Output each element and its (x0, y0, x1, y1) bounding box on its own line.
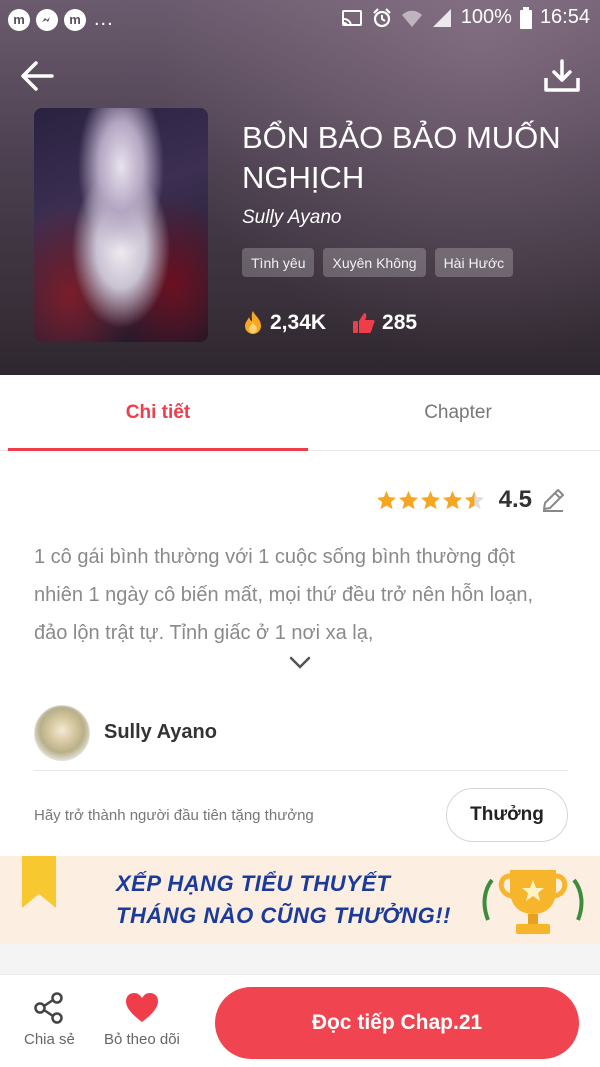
ranking-banner[interactable]: XẾP HẠNG TIỂU THUYẾT THÁNG NÀO CŨNG THƯỞ… (0, 856, 600, 944)
banner-line-2: THÁNG NÀO CŨNG THƯỞNG!! (116, 903, 451, 928)
wifi-icon (401, 10, 422, 27)
views-stat: 2,34K (242, 310, 326, 336)
app-notification-icon: m (8, 8, 30, 31)
continue-reading-button[interactable]: Đọc tiếp Chap.21 (215, 987, 579, 1059)
tab-bar: Chi tiết Chapter (0, 375, 600, 451)
author-avatar[interactable] (34, 704, 90, 761)
book-title: BỔN BẢO BẢO MUỐN NGHỊCH (242, 120, 561, 195)
messenger-icon (36, 8, 58, 31)
unfollow-button[interactable]: Bỏ theo dõi (104, 991, 180, 1048)
more-notifications: ... (94, 8, 114, 30)
battery-icon (519, 6, 532, 29)
reward-button[interactable]: Thưởng (446, 788, 568, 842)
status-bar: m m ... 100% 16:54 (0, 0, 600, 40)
reward-row: Hãy trở thành người đầu tiên tặng thưởng… (34, 788, 568, 842)
tab-details[interactable]: Chi tiết (8, 375, 308, 451)
app-notification-icon: m (64, 8, 86, 31)
rating-value: 4.5 (498, 486, 532, 513)
book-stats: 2,34K 285 (242, 310, 417, 336)
rating-stars (376, 490, 485, 510)
banner-line-1: XẾP HẠNG TIỂU THUYẾT (116, 871, 391, 896)
chevron-down-icon[interactable] (288, 655, 312, 671)
back-arrow-icon[interactable] (18, 56, 58, 96)
share-label: Chia sẻ (24, 1031, 75, 1048)
author-row[interactable]: Sully Ayano (34, 695, 568, 771)
bookmark-ribbon-icon (22, 856, 56, 908)
cast-icon (341, 9, 362, 26)
book-cover[interactable] (34, 108, 208, 342)
bottom-action-bar: Chia sẻ Bỏ theo dõi Đọc tiếp Chap.21 (0, 974, 600, 1067)
genre-tag[interactable]: Xuyên Không (323, 248, 426, 277)
book-description: 1 cô gái bình thường với 1 cuộc sống bìn… (34, 546, 534, 644)
share-button[interactable]: Chia sẻ (24, 991, 75, 1048)
genre-tags: Tình yêu Xuyên Không Hài Hước (242, 248, 514, 277)
download-icon[interactable] (542, 56, 582, 96)
star-full-icon (376, 490, 396, 510)
author-name[interactable]: Sully Ayano (104, 721, 217, 744)
heart-icon (125, 993, 158, 1022)
section-divider (0, 944, 600, 974)
rating: 4.5 (376, 486, 566, 514)
alarm-icon (373, 7, 391, 27)
star-full-icon (398, 490, 418, 510)
edit-pencil-icon[interactable] (540, 487, 566, 513)
likes-stat: 285 (352, 311, 417, 335)
star-half-icon (464, 490, 484, 510)
genre-tag[interactable]: Tình yêu (242, 248, 315, 277)
star-full-icon (442, 490, 462, 510)
battery-percent: 100% (460, 6, 512, 28)
fire-icon (245, 311, 261, 334)
signal-icon (432, 8, 451, 27)
tab-chapter[interactable]: Chapter (308, 375, 600, 451)
likes-count: 285 (382, 311, 418, 334)
views-count: 2,34K (270, 311, 327, 334)
reward-prompt: Hãy trở thành người đầu tiên tặng thưởng (34, 806, 314, 824)
unfollow-label: Bỏ theo dõi (104, 1031, 180, 1048)
genre-tag[interactable]: Hài Hước (434, 248, 514, 277)
thumbs-up-icon (353, 313, 375, 333)
share-icon (34, 992, 64, 1024)
star-full-icon (420, 490, 440, 510)
clock: 16:54 (539, 6, 590, 28)
book-author[interactable]: Sully Ayano (242, 207, 341, 229)
trophy-icon (482, 870, 584, 934)
